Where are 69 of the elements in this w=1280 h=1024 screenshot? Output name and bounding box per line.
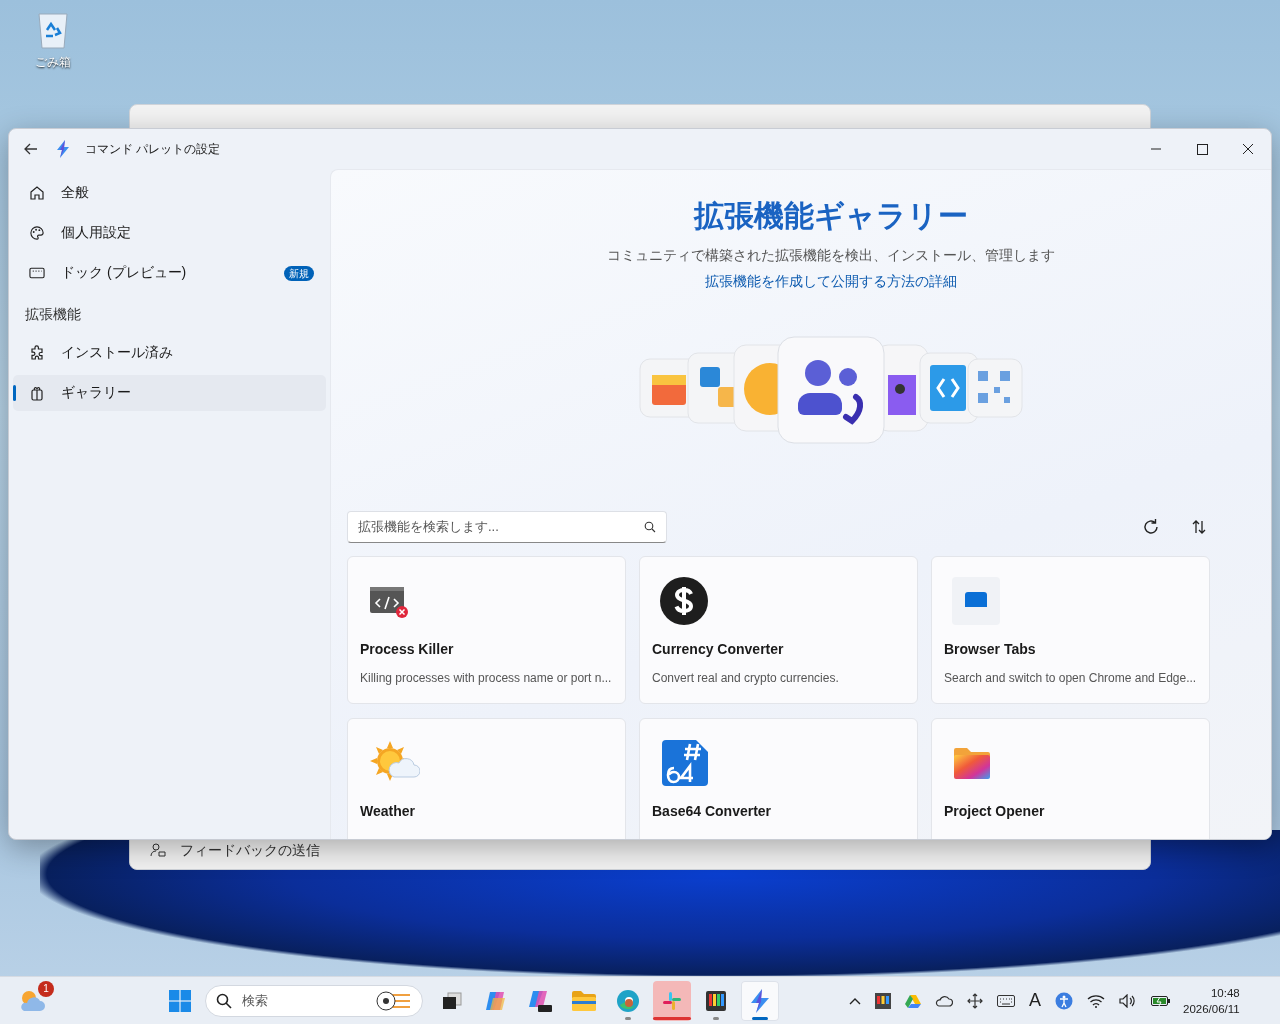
dollar-icon — [660, 577, 708, 625]
extension-card[interactable]: Currency Converter Convert real and crypto currencies. — [639, 556, 918, 704]
dock-icon — [29, 266, 45, 280]
clock[interactable]: 10:48 2026/06/11 — [1183, 984, 1240, 1017]
cloud-icon[interactable] — [935, 994, 953, 1007]
extension-card[interactable]: Weather — [347, 718, 626, 839]
home-icon — [29, 185, 45, 201]
back-arrow-icon[interactable] — [23, 141, 39, 157]
taskbar-search-field[interactable]: 検索 — [205, 984, 423, 1017]
wifi-icon[interactable] — [1087, 993, 1105, 1008]
extension-description: Convert real and crypto currencies. — [652, 671, 840, 685]
sidebar-item[interactable]: インストール済み — [13, 335, 326, 371]
extension-name: Process Killer — [360, 641, 455, 657]
search-icon — [644, 521, 656, 533]
copilot-app-icon[interactable] — [527, 988, 553, 1013]
task-view-icon[interactable] — [441, 990, 463, 1011]
lightning-icon[interactable] — [748, 987, 772, 1014]
color-bars-icon[interactable] — [705, 989, 727, 1012]
color-bars-icon[interactable] — [875, 992, 891, 1009]
volume-icon[interactable] — [1119, 993, 1137, 1008]
sidebar-item[interactable]: ドック (プレビュー) 新規 — [13, 255, 326, 291]
folder-icon[interactable] — [571, 989, 597, 1012]
gallery-title: 拡張機能ギャラリー — [694, 198, 968, 234]
copilot-icon[interactable] — [484, 989, 508, 1012]
triangle-logo-icon[interactable] — [905, 993, 921, 1008]
notification-badge: 1 — [38, 980, 54, 997]
palette-icon — [29, 225, 45, 241]
puzzle-icon — [29, 345, 45, 361]
extension-name: Base64 Converter — [652, 803, 773, 819]
new-badge: 新規 — [284, 265, 314, 281]
lightning-icon — [55, 140, 71, 158]
extension-description: Killing processes with process name or port n... — [360, 671, 613, 685]
section-header: 拡張機能 — [25, 306, 81, 324]
hash-logo-icon[interactable] — [661, 989, 683, 1012]
chevron-up-icon[interactable] — [849, 996, 861, 1005]
input-mode-indicator[interactable]: A — [1029, 990, 1041, 1011]
folder-icon — [952, 745, 992, 781]
sidebar-item[interactable]: ギャラリー — [13, 375, 326, 411]
window-title: コマンド パレットの設定 — [85, 140, 222, 158]
extension-card[interactable]: Project Opener — [931, 718, 1210, 839]
feedback-icon[interactable] — [150, 842, 166, 858]
gallery-subtitle: コミュニティで構築された拡張機能を検出、インストール、管理します — [607, 247, 1055, 265]
learn-more-link[interactable]: 拡張機能を作成して公開する方法の詳細 — [705, 273, 957, 291]
soccer-ball-icon — [376, 990, 412, 1011]
tab-icon — [952, 577, 1000, 625]
gift-icon — [29, 385, 45, 401]
refresh-icon[interactable] — [1142, 518, 1160, 536]
extension-search-field[interactable]: 拡張機能を検索します... — [347, 511, 667, 543]
sidebar-item[interactable]: 個人用設定 — [13, 215, 326, 251]
extension-name: Weather — [360, 803, 416, 819]
extension-name: Currency Converter — [652, 641, 785, 657]
extension-card[interactable]: Process Killer Killing processes with process name or port n... — [347, 556, 626, 704]
extension-card[interactable]: Base64 Converter — [639, 718, 918, 839]
sort-icon[interactable] — [1191, 519, 1207, 535]
recycle-bin-label: ごみ箱 — [35, 54, 71, 71]
extension-card[interactable]: Browser Tabs Search and switch to open Chrome and Edge... — [931, 556, 1210, 704]
accessibility-icon[interactable] — [1055, 991, 1073, 1010]
hash-tile-icon — [660, 738, 710, 788]
start-icon[interactable] — [169, 989, 191, 1012]
extension-name: Project Opener — [944, 803, 1046, 819]
battery-icon[interactable] — [1151, 994, 1171, 1007]
extension-description: Search and switch to open Chrome and Edge... — [944, 671, 1197, 685]
sidebar-item[interactable]: 全般 — [13, 175, 326, 211]
move-arrows-icon[interactable] — [967, 992, 983, 1009]
keyboard-icon[interactable] — [997, 994, 1015, 1007]
browser-icon[interactable] — [616, 988, 640, 1013]
search-icon — [216, 992, 232, 1009]
extension-name: Browser Tabs — [944, 641, 1037, 657]
feedback-item[interactable]: フィードバックの送信 — [180, 842, 320, 858]
